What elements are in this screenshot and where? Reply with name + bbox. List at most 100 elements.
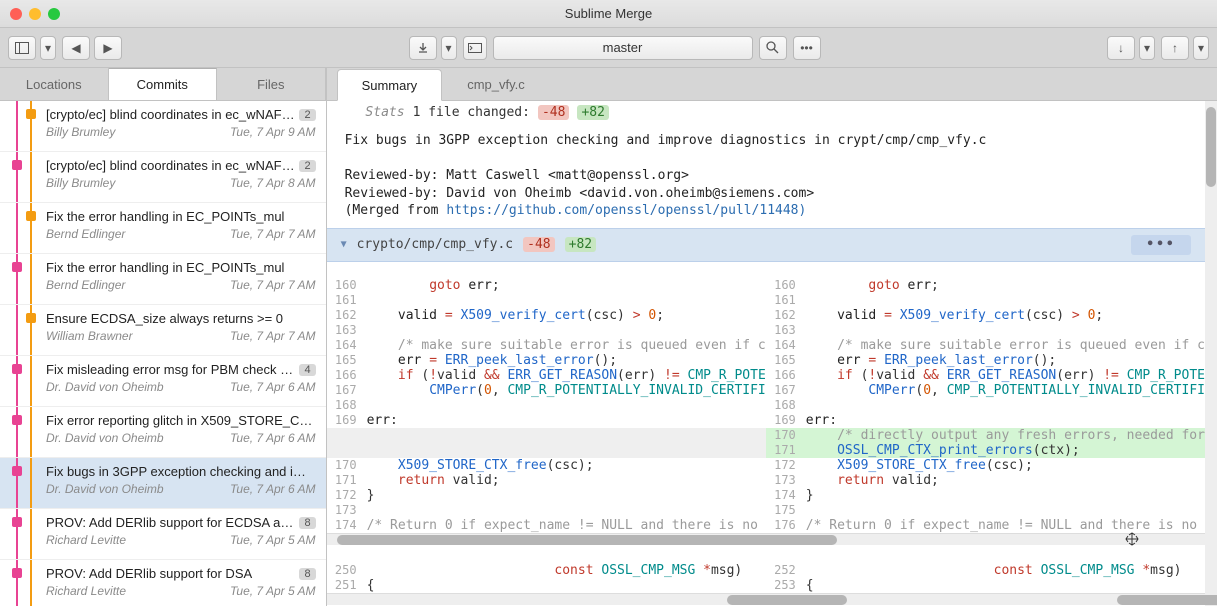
sidebar-toggle-button[interactable] (8, 36, 36, 60)
commit-date: Tue, 7 Apr 7 AM (230, 278, 316, 292)
titlebar: Sublime Merge (0, 0, 1217, 28)
diff-right-pane-2[interactable]: 252 const OSSL_CMP_MSG *msg)253{ (766, 563, 1205, 593)
detail-pane: Summary cmp_vfy.c Stats 1 file changed: … (327, 68, 1217, 606)
search-button[interactable] (759, 36, 787, 60)
commit-node-icon (26, 313, 36, 323)
commit-author: Bernd Edlinger (46, 278, 125, 292)
diff-left-pane-2[interactable]: 250 const OSSL_CMP_MSG *msg)251{ (327, 563, 766, 593)
commit-row[interactable]: Fix the error handling in EC_POINTs_mulB… (0, 254, 326, 305)
commit-row[interactable]: Fix error reporting glitch in X509_STORE… (0, 407, 326, 458)
commit-row[interactable]: PROV: Add DERlib support for DSA 8 Richard… (0, 560, 326, 606)
commit-author: Dr. David von Oheimb (46, 482, 164, 496)
commit-title: [crypto/ec] blind coordinates in ec_wNAF… (46, 158, 295, 173)
sidebar-tabs: Locations Commits Files (0, 68, 326, 101)
commit-date: Tue, 7 Apr 5 AM (230, 584, 316, 598)
commit-graph (0, 560, 42, 606)
file-count-badge: 2 (299, 160, 315, 172)
commit-graph (0, 305, 42, 355)
commit-title: Fix misleading error msg for PBM check w… (46, 362, 295, 377)
commit-row[interactable]: Fix bugs in 3GPP exception checking and … (0, 458, 326, 509)
commit-row[interactable]: Fix the error handling in EC_POINTs_mulB… (0, 203, 326, 254)
file-header[interactable]: ▼ crypto/cmp/cmp_vfy.c -48 +82 ••• (327, 228, 1205, 262)
commit-graph (0, 203, 42, 253)
pull-dropdown-button[interactable]: ▾ (1139, 36, 1155, 60)
tab-files[interactable]: Files (217, 68, 326, 100)
commit-date: Tue, 7 Apr 9 AM (230, 125, 316, 139)
diff-left-pane[interactable]: 160 goto err;161162 valid = X509_verify_… (327, 278, 766, 533)
window-title: Sublime Merge (0, 6, 1217, 21)
sidebar: Locations Commits Files [crypto/ec] blin… (0, 68, 327, 606)
commit-row[interactable]: Fix misleading error msg for PBM check w… (0, 356, 326, 407)
commit-node-icon (26, 109, 36, 119)
nav-forward-button[interactable]: ▶ (94, 36, 122, 60)
file-count-badge: 4 (299, 364, 315, 376)
commit-node-icon (26, 211, 36, 221)
commit-date: Tue, 7 Apr 5 AM (230, 533, 316, 547)
commit-list[interactable]: [crypto/ec] blind coordinates in ec_wNAF… (0, 101, 326, 606)
tab-commits[interactable]: Commits (109, 68, 218, 100)
horizontal-scrollbar-1[interactable] (327, 533, 1205, 545)
push-button[interactable]: ↑ (1161, 36, 1189, 60)
vertical-scrollbar[interactable] (1205, 101, 1217, 606)
commit-author: Richard Levitte (46, 584, 126, 598)
diff-hunk-2: 250 const OSSL_CMP_MSG *msg)251{ 252 con… (327, 563, 1205, 593)
commit-node-icon (12, 466, 22, 476)
detail-tabs: Summary cmp_vfy.c (327, 68, 1217, 101)
file-deletions-badge: -48 (523, 237, 554, 252)
push-dropdown-button[interactable]: ▾ (1193, 36, 1209, 60)
commit-graph (0, 152, 42, 202)
commit-graph (0, 407, 42, 457)
diff-hunk-1: 160 goto err;161162 valid = X509_verify_… (327, 278, 1205, 533)
commit-title: PROV: Add DERlib support for DSA (46, 566, 295, 581)
stats-line: Stats 1 file changed: -48 +82 (327, 101, 1205, 124)
commit-node-icon (12, 364, 22, 374)
nav-back-button[interactable]: ◀ (62, 36, 90, 60)
commit-author: Billy Brumley (46, 176, 115, 190)
commit-graph (0, 356, 42, 406)
file-additions-badge: +82 (565, 237, 596, 252)
file-count-badge: 8 (299, 517, 315, 529)
commit-author: Billy Brumley (46, 125, 115, 139)
commit-graph (0, 509, 42, 559)
branch-name: master (603, 40, 643, 55)
terminal-button[interactable] (463, 36, 487, 60)
pr-link[interactable]: https://github.com/openssl/openssl/pull/… (446, 203, 806, 218)
branch-selector[interactable]: master (493, 36, 753, 60)
commit-date: Tue, 7 Apr 6 AM (230, 380, 316, 394)
commit-row[interactable]: [crypto/ec] blind coordinates in ec_wNAF… (0, 152, 326, 203)
commit-author: Dr. David von Oheimb (46, 431, 164, 445)
tab-locations[interactable]: Locations (0, 68, 109, 100)
file-menu-button[interactable]: ••• (1131, 235, 1191, 255)
commit-node-icon (12, 160, 22, 170)
commit-row[interactable]: PROV: Add DERlib support for ECDSA and E… (0, 509, 326, 560)
commit-row[interactable]: [crypto/ec] blind coordinates in ec_wNAF… (0, 101, 326, 152)
commit-date: Tue, 7 Apr 8 AM (230, 176, 316, 190)
additions-badge: +82 (577, 105, 608, 120)
commit-node-icon (12, 262, 22, 272)
commit-graph (0, 458, 42, 508)
horizontal-scrollbar-2[interactable] (327, 593, 1205, 605)
file-count-badge: 2 (299, 109, 315, 121)
commit-date: Tue, 7 Apr 7 AM (230, 227, 316, 241)
stash-button[interactable] (409, 36, 437, 60)
tab-file-cmp-vfy[interactable]: cmp_vfy.c (442, 68, 550, 100)
commit-author: Richard Levitte (46, 533, 126, 547)
commit-date: Tue, 7 Apr 7 AM (230, 329, 316, 343)
commit-author: William Brawner (46, 329, 133, 343)
file-count-badge: 8 (299, 568, 315, 580)
commit-title: Fix the error handling in EC_POINTs_mul (46, 209, 316, 224)
commit-graph (0, 101, 42, 151)
commit-message: Fix bugs in 3GPP exception checking and … (327, 124, 1205, 228)
disclosure-icon: ▼ (341, 239, 347, 250)
stash-dropdown-button[interactable]: ▾ (441, 36, 457, 60)
commit-row[interactable]: Ensure ECDSA_size always returns >= 0Wil… (0, 305, 326, 356)
file-path: crypto/cmp/cmp_vfy.c (357, 237, 514, 252)
diff-right-pane[interactable]: 160 goto err;161162 valid = X509_verify_… (766, 278, 1205, 533)
sidebar-dropdown-button[interactable]: ▾ (40, 36, 56, 60)
pull-button[interactable]: ↓ (1107, 36, 1135, 60)
toolbar: ▾ ◀ ▶ ▾ master ••• ↓ ▾ ↑ ▾ (0, 28, 1217, 68)
split-resize-handle[interactable] (1124, 531, 1140, 547)
tab-summary[interactable]: Summary (337, 69, 443, 101)
more-button[interactable]: ••• (793, 36, 821, 60)
detail-body: Stats 1 file changed: -48 +82 Fix bugs i… (327, 101, 1217, 606)
